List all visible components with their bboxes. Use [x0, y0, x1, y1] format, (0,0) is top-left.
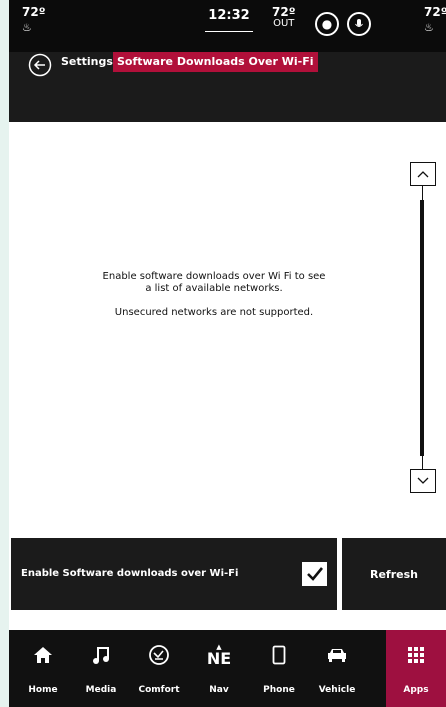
page-title: Software Downloads Over Wi-Fi	[113, 52, 318, 72]
screen: 72º ♨︎ 12:32 72º OUT ● 72º ♨︎ Settings S…	[9, 0, 446, 707]
nav-label-apps: Apps	[403, 685, 429, 695]
breadcrumb[interactable]: Settings	[61, 55, 113, 68]
enable-wifi-downloads-label: Enable Software downloads over Wi-Fi	[21, 568, 239, 579]
passenger-temp: 72º	[424, 5, 446, 19]
clock-underline	[205, 31, 253, 32]
clock-time: 12:32	[208, 8, 250, 23]
nav-item-comfort[interactable]: Comfort	[129, 630, 189, 707]
checkmark-icon	[306, 567, 323, 581]
comfort-icon	[149, 645, 169, 665]
enable-wifi-downloads-checkbox[interactable]	[302, 562, 327, 586]
back-button[interactable]	[28, 53, 52, 77]
chevron-up-icon	[417, 171, 429, 178]
passenger-climate[interactable]: 72º ♨︎	[424, 5, 446, 35]
nav-item-home[interactable]: Home	[13, 630, 73, 707]
home-icon	[34, 647, 52, 663]
enable-wifi-downloads-row[interactable]: Enable Software downloads over Wi-Fi	[11, 538, 337, 610]
nav-label-phone: Phone	[263, 685, 295, 695]
compass-heading: NE	[206, 648, 232, 668]
nav-label-nav: Nav	[209, 685, 229, 695]
nav-label-vehicle: Vehicle	[318, 685, 356, 695]
status-bar: 72º ♨︎ 12:32 72º OUT ● 72º ♨︎	[9, 0, 446, 52]
microphone-icon	[355, 19, 363, 27]
nav-label-comfort: Comfort	[138, 685, 180, 695]
outside-temp: 72º OUT	[272, 6, 295, 30]
scrollbar-thumb[interactable]	[420, 200, 424, 456]
info-message: Enable software downloads over Wi Fi to …	[69, 271, 359, 319]
nav-item-vehicle[interactable]: Vehicle	[307, 630, 367, 707]
driver-temp: 72º	[22, 5, 46, 19]
vehicle-icon	[328, 649, 346, 662]
person-icon: ●	[321, 17, 333, 31]
scroll-down-button[interactable]	[410, 469, 436, 493]
chevron-down-icon	[417, 477, 429, 484]
message-line-1: Enable software downloads over Wi Fi to …	[102, 271, 326, 282]
nav-item-apps[interactable]: Apps	[386, 630, 446, 707]
driver-climate[interactable]: 72º ♨︎	[22, 5, 45, 35]
outside-temp-value: 72º	[272, 5, 296, 19]
message-line-3: Unsecured networks are not supported.	[114, 307, 314, 318]
scrollbar-track-bottom	[422, 456, 423, 469]
seat-icon: ♨︎	[424, 21, 434, 34]
outside-temp-label: OUT	[273, 18, 295, 29]
phone-icon	[272, 645, 286, 665]
refresh-button[interactable]: Refresh	[342, 538, 446, 610]
nav-item-nav[interactable]: ▲ NE Nav	[189, 630, 249, 707]
music-note-icon	[93, 647, 109, 664]
message-line-2: a list of available networks.	[145, 283, 283, 294]
apps-grid-icon	[408, 647, 424, 663]
nav-item-phone[interactable]: Phone	[249, 630, 309, 707]
nav-label-media: Media	[85, 685, 117, 695]
profile-button[interactable]: ●	[315, 12, 339, 36]
nav-item-media[interactable]: Media	[71, 630, 131, 707]
scrollbar-track-top	[422, 186, 423, 201]
scroll-up-button[interactable]	[410, 162, 436, 186]
nav-label-home: Home	[28, 685, 58, 695]
seat-heat-icon: ♨︎	[22, 21, 32, 34]
bottom-nav-bar: Home Media Comfort ▲ NE Nav Phone Vehicl…	[9, 630, 446, 707]
clock: 12:32	[205, 8, 253, 32]
voice-button[interactable]	[347, 12, 371, 36]
